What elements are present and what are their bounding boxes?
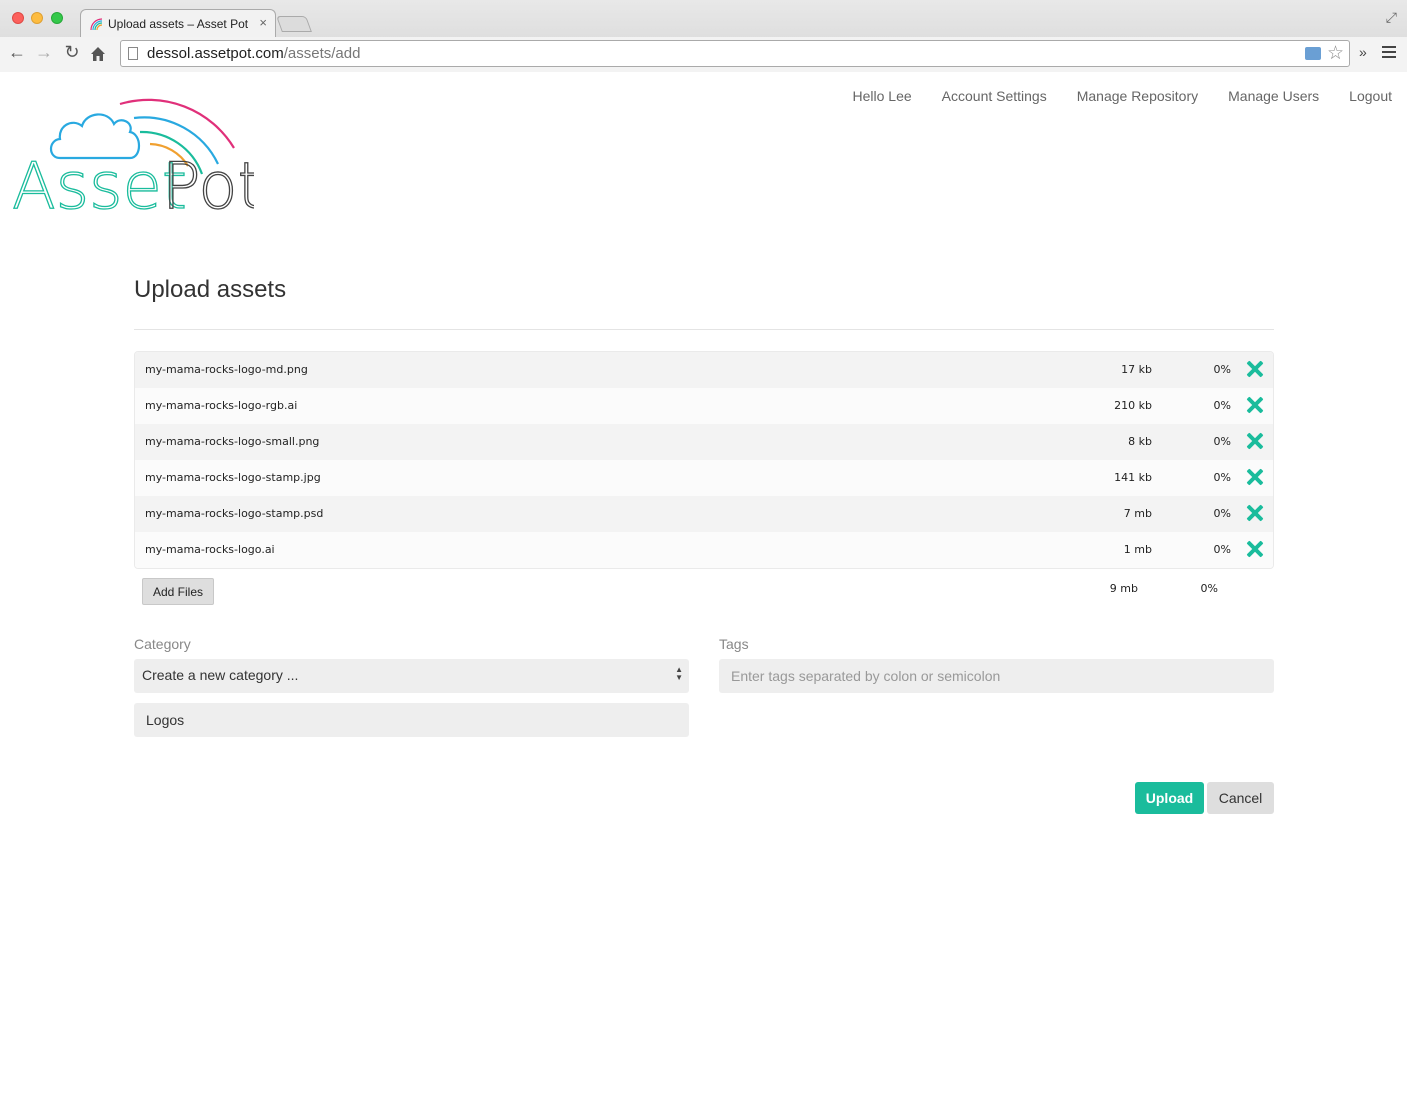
tab-title: Upload assets – Asset Pot (108, 17, 249, 31)
nav-manage-repository[interactable]: Manage Repository (1077, 88, 1198, 104)
home-icon[interactable] (90, 46, 106, 62)
back-arrow-icon[interactable]: ← (6, 42, 28, 63)
nav-account-settings[interactable]: Account Settings (942, 88, 1047, 104)
category-selected-value: Create a new category ... (142, 667, 299, 683)
assetpot-logo: Asset Pot (12, 98, 254, 214)
file-progress: 0% (1213, 471, 1231, 484)
cancel-button[interactable]: Cancel (1207, 782, 1274, 814)
new-tab-button[interactable] (276, 16, 312, 32)
bookmark-star-icon[interactable]: ☆ (1327, 42, 1344, 65)
remove-x-icon[interactable] (1246, 396, 1264, 414)
address-bar[interactable]: dessol.assetpot.com/assets/add ☆ (120, 40, 1350, 67)
assetpot-favicon-icon (90, 18, 103, 31)
url-path: /assets/add (283, 45, 361, 62)
category-label: Category (134, 636, 191, 652)
select-arrows-icon: ▲ ▼ (675, 665, 683, 682)
file-size: 1 mb (1123, 543, 1152, 556)
file-name: my-mama-rocks-logo-stamp.psd (145, 507, 324, 520)
file-name: my-mama-rocks-logo-stamp.jpg (145, 471, 321, 484)
file-size: 17 kb (1121, 363, 1152, 376)
file-name: my-mama-rocks-logo-rgb.ai (145, 399, 298, 412)
file-row: my-mama-rocks-logo-rgb.ai 210 kb 0% (135, 388, 1273, 424)
file-size: 141 kb (1114, 471, 1152, 484)
remove-x-icon[interactable] (1246, 468, 1264, 486)
reload-icon[interactable]: ↻ (61, 42, 83, 63)
upload-panel: Upload assets my-mama-rocks-logo-md.png 1… (134, 276, 1274, 814)
file-progress: 0% (1213, 507, 1231, 520)
extension-icon[interactable] (1305, 47, 1321, 60)
minimize-window-button[interactable] (31, 12, 43, 24)
total-progress: 0% (1200, 582, 1218, 595)
browser-tab[interactable]: Upload assets – Asset Pot × (80, 9, 276, 37)
new-category-input[interactable] (134, 703, 689, 737)
total-size: 9 mb (1109, 582, 1138, 595)
close-window-button[interactable] (12, 12, 24, 24)
add-files-button[interactable]: Add Files (142, 578, 215, 605)
tags-label: Tags (719, 636, 749, 652)
file-size: 210 kb (1114, 399, 1152, 412)
remove-x-icon[interactable] (1246, 540, 1264, 558)
fullscreen-icon[interactable]: ⤢ (1386, 9, 1397, 26)
browser-toolbar: ← → ↻ dessol.assetpot.com/assets/add ☆ » (0, 37, 1407, 72)
remove-x-icon[interactable] (1246, 432, 1264, 450)
file-row: my-mama-rocks-logo-stamp.jpg 141 kb 0% (135, 460, 1273, 496)
remove-x-icon[interactable] (1246, 504, 1264, 522)
tab-close-icon[interactable]: × (259, 15, 267, 30)
file-row: my-mama-rocks-logo.ai 1 mb 0% (135, 532, 1273, 568)
extensions-overflow-icon[interactable]: » (1359, 44, 1367, 60)
category-select[interactable]: Create a new category ... ▲ ▼ (134, 659, 689, 693)
file-row: my-mama-rocks-logo-md.png 17 kb 0% (135, 352, 1273, 388)
file-progress: 0% (1213, 363, 1231, 376)
file-name: my-mama-rocks-logo-md.png (145, 363, 308, 376)
file-progress: 0% (1213, 543, 1231, 556)
url-text: dessol.assetpot.com/assets/add (147, 45, 360, 62)
remove-x-icon[interactable] (1246, 360, 1264, 378)
file-row: my-mama-rocks-logo-stamp.psd 7 mb 0% (135, 496, 1273, 532)
tags-input[interactable] (719, 659, 1274, 693)
file-progress: 0% (1213, 435, 1231, 448)
hamburger-menu-icon[interactable] (1382, 46, 1396, 61)
file-row: my-mama-rocks-logo-small.png 8 kb 0% (135, 424, 1273, 460)
top-navigation: Hello Lee Account Settings Manage Reposi… (853, 88, 1393, 104)
nav-logout[interactable]: Logout (1349, 88, 1392, 104)
file-list: my-mama-rocks-logo-md.png 17 kb 0% my-mama-… (134, 351, 1274, 569)
logo-text-asset: Asset (12, 150, 187, 214)
file-size: 8 kb (1128, 435, 1152, 448)
upload-button[interactable]: Upload (1135, 782, 1204, 814)
file-progress: 0% (1213, 399, 1231, 412)
zoom-window-button[interactable] (51, 12, 63, 24)
page-title: Upload assets (134, 276, 287, 303)
file-size: 7 mb (1123, 507, 1152, 520)
logo-text-pot: Pot (162, 150, 254, 214)
file-name: my-mama-rocks-logo.ai (145, 543, 275, 556)
page-icon (128, 47, 138, 60)
url-host: dessol.assetpot.com (147, 45, 284, 62)
browser-chrome: Upload assets – Asset Pot × ⤢ ← → ↻ dess… (0, 0, 1407, 72)
nav-hello-user[interactable]: Hello Lee (853, 88, 912, 104)
nav-manage-users[interactable]: Manage Users (1228, 88, 1319, 104)
forward-arrow-icon[interactable]: → (33, 42, 55, 63)
file-name: my-mama-rocks-logo-small.png (145, 435, 320, 448)
divider (134, 329, 1274, 330)
